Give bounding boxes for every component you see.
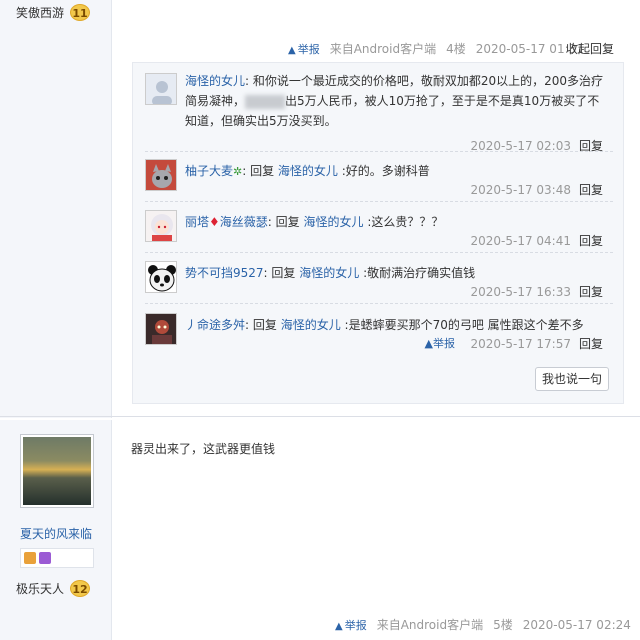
thread-divider — [145, 151, 613, 152]
avatar[interactable] — [145, 313, 177, 345]
reply-text: 简易凝神， — [185, 94, 246, 108]
warning-icon: ▲ — [424, 337, 433, 350]
post-meta: ▲举报 来自Android客户端 5楼 2020-05-17 02:24 回复 — [335, 616, 640, 633]
reply-time: 2020-5-17 16:33 — [470, 285, 571, 299]
redacted-text — [245, 94, 286, 109]
reply-prefix: : 回复 — [267, 215, 304, 229]
reply-meta: 2020-5-17 04:41 回复 — [470, 232, 603, 249]
quoted-username[interactable]: 海怪的女儿 — [303, 215, 363, 229]
reply-meta: 2020-5-17 17:57 回复 — [470, 335, 603, 352]
reply-username[interactable]: 柚子大麦 — [185, 164, 233, 178]
quoted-username[interactable]: 海怪的女儿 — [299, 266, 359, 280]
post-content: 器灵出来了，这武器更值钱 — [131, 442, 276, 456]
post-meta: ▲ 举报 来自Android客户端 4楼 2020-05-17 01:31 — [288, 40, 584, 57]
author-avatar[interactable] — [20, 434, 94, 508]
palm-icon: ✲ — [233, 165, 243, 178]
honor-title: 极乐天人 — [16, 582, 65, 596]
avatar[interactable] — [145, 261, 177, 293]
author-name[interactable]: 夏天的风来临 — [0, 525, 112, 542]
reply-text: :好的。多谢科普 — [337, 164, 430, 178]
reply-text: : 和你说一个最近成交的价格吧，敬耐双加都20以上的，200多治疗 — [245, 74, 604, 88]
reply-username[interactable]: 丿命途多舛 — [185, 318, 245, 332]
floor-number: 5楼 — [493, 618, 513, 632]
reply-meta: 2020-5-17 16:33 回复 — [470, 283, 603, 300]
avatar[interactable] — [145, 73, 177, 105]
warning-icon: ▲ — [288, 44, 296, 56]
post-divider — [0, 416, 640, 417]
report-link[interactable]: ▲举报 — [288, 41, 320, 57]
honor-badge: 极乐天人 12 — [16, 580, 91, 597]
thread-divider — [145, 201, 613, 202]
honor-badge: 笑傲西游 11 — [16, 4, 91, 21]
honor-title: 笑傲西游 — [16, 6, 65, 20]
reply-link[interactable]: 回复 — [579, 183, 603, 197]
report-label: 举报 — [344, 618, 367, 632]
default-avatar-icon — [146, 74, 176, 104]
rose-icon: ♦ — [209, 215, 220, 229]
avatar[interactable] — [145, 210, 177, 242]
report-label: 举报 — [433, 337, 455, 350]
purple-medal-icon[interactable] — [39, 552, 51, 564]
reply-content: 柚子大麦✲: 回复 海怪的女儿 :好的。多谢科普 — [185, 161, 613, 182]
reply-link[interactable]: 回复 — [579, 337, 603, 351]
reply-username[interactable]: 势不可挡9527 — [185, 266, 264, 280]
avatar[interactable] — [145, 159, 177, 191]
reply-link[interactable]: 回复 — [579, 285, 603, 299]
author-sidebar-post4 — [0, 0, 112, 418]
collapse-replies-link[interactable]: 收起回复 — [566, 40, 614, 57]
reply-link[interactable]: 回复 — [579, 234, 603, 248]
quoted-username[interactable]: 海怪的女儿 — [278, 164, 338, 178]
anime-girl-avatar-icon — [146, 211, 176, 241]
reply-text: 知道，但确实出5万没买到。 — [185, 114, 337, 128]
reply-username[interactable]: 丽塔 — [185, 215, 209, 229]
reply-prefix: : 回复 — [242, 164, 278, 178]
panda-avatar-icon — [146, 262, 176, 292]
reply-meta: 2020-5-17 03:48 回复 — [470, 181, 603, 198]
say-something-button[interactable]: 我也说一句 — [535, 367, 609, 391]
report-label: 举报 — [297, 42, 320, 56]
reply-time: 2020-5-17 17:57 — [470, 337, 571, 351]
report-link[interactable]: ▲举报 — [335, 617, 367, 633]
floor-number: 4楼 — [446, 42, 466, 56]
reply-username-suffix[interactable]: 海丝薇瑟 — [220, 215, 268, 229]
reply-username[interactable]: 海怪的女儿 — [185, 74, 245, 88]
reply-text: :这么贵？？？ — [363, 215, 444, 229]
level-badge: 11 — [70, 4, 91, 21]
thread-divider — [145, 252, 613, 253]
flame-medal-icon[interactable] — [24, 552, 36, 564]
dark-character-avatar-icon — [146, 314, 176, 344]
warning-icon: ▲ — [335, 620, 343, 632]
reply-content: 丿命途多舛: 回复 海怪的女儿 :是蟋蟀要买那个70的弓吧 属性跟这个差不多 — [185, 315, 613, 335]
quoted-username[interactable]: 海怪的女儿 — [281, 318, 341, 332]
client-source: 来自Android客户端 — [376, 618, 484, 632]
reply-content: 势不可挡9527: 回复 海怪的女儿 :敬耐满治疗确实值钱 — [185, 263, 613, 283]
reply-time: 2020-5-17 03:48 — [470, 183, 571, 197]
level-badge: 12 — [70, 580, 91, 597]
reply-content: 海怪的女儿: 和你说一个最近成交的价格吧，敬耐双加都20以上的，200多治疗 简… — [185, 71, 613, 131]
reply-prefix: : 回复 — [263, 266, 300, 280]
reply-text: 出5万人民币，被人10万抢了，至于是不是真10万被买了不 — [285, 94, 600, 108]
sunset-sea-avatar-image — [23, 437, 91, 505]
reply-prefix: : 回复 — [245, 318, 281, 332]
client-source: 来自Android客户端 — [329, 42, 437, 56]
reply-text: :敬耐满治疗确实值钱 — [359, 266, 476, 280]
thread-divider — [145, 303, 613, 304]
reply-time: 2020-5-17 04:41 — [470, 234, 571, 248]
post-datetime: 2020-05-17 02:24 — [522, 617, 631, 632]
reply-content: 丽塔♦海丝薇瑟: 回复 海怪的女儿 :这么贵？？？ — [185, 212, 613, 232]
reply-thread: 海怪的女儿: 和你说一个最近成交的价格吧，敬耐双加都20以上的，200多治疗 简… — [132, 62, 624, 404]
medal-bar — [20, 548, 94, 568]
report-link[interactable]: ▲举报 — [425, 335, 455, 351]
reply-text: :是蟋蟀要买那个70的弓吧 属性跟这个差不多 — [340, 318, 584, 332]
cat-avatar-icon — [146, 160, 176, 190]
